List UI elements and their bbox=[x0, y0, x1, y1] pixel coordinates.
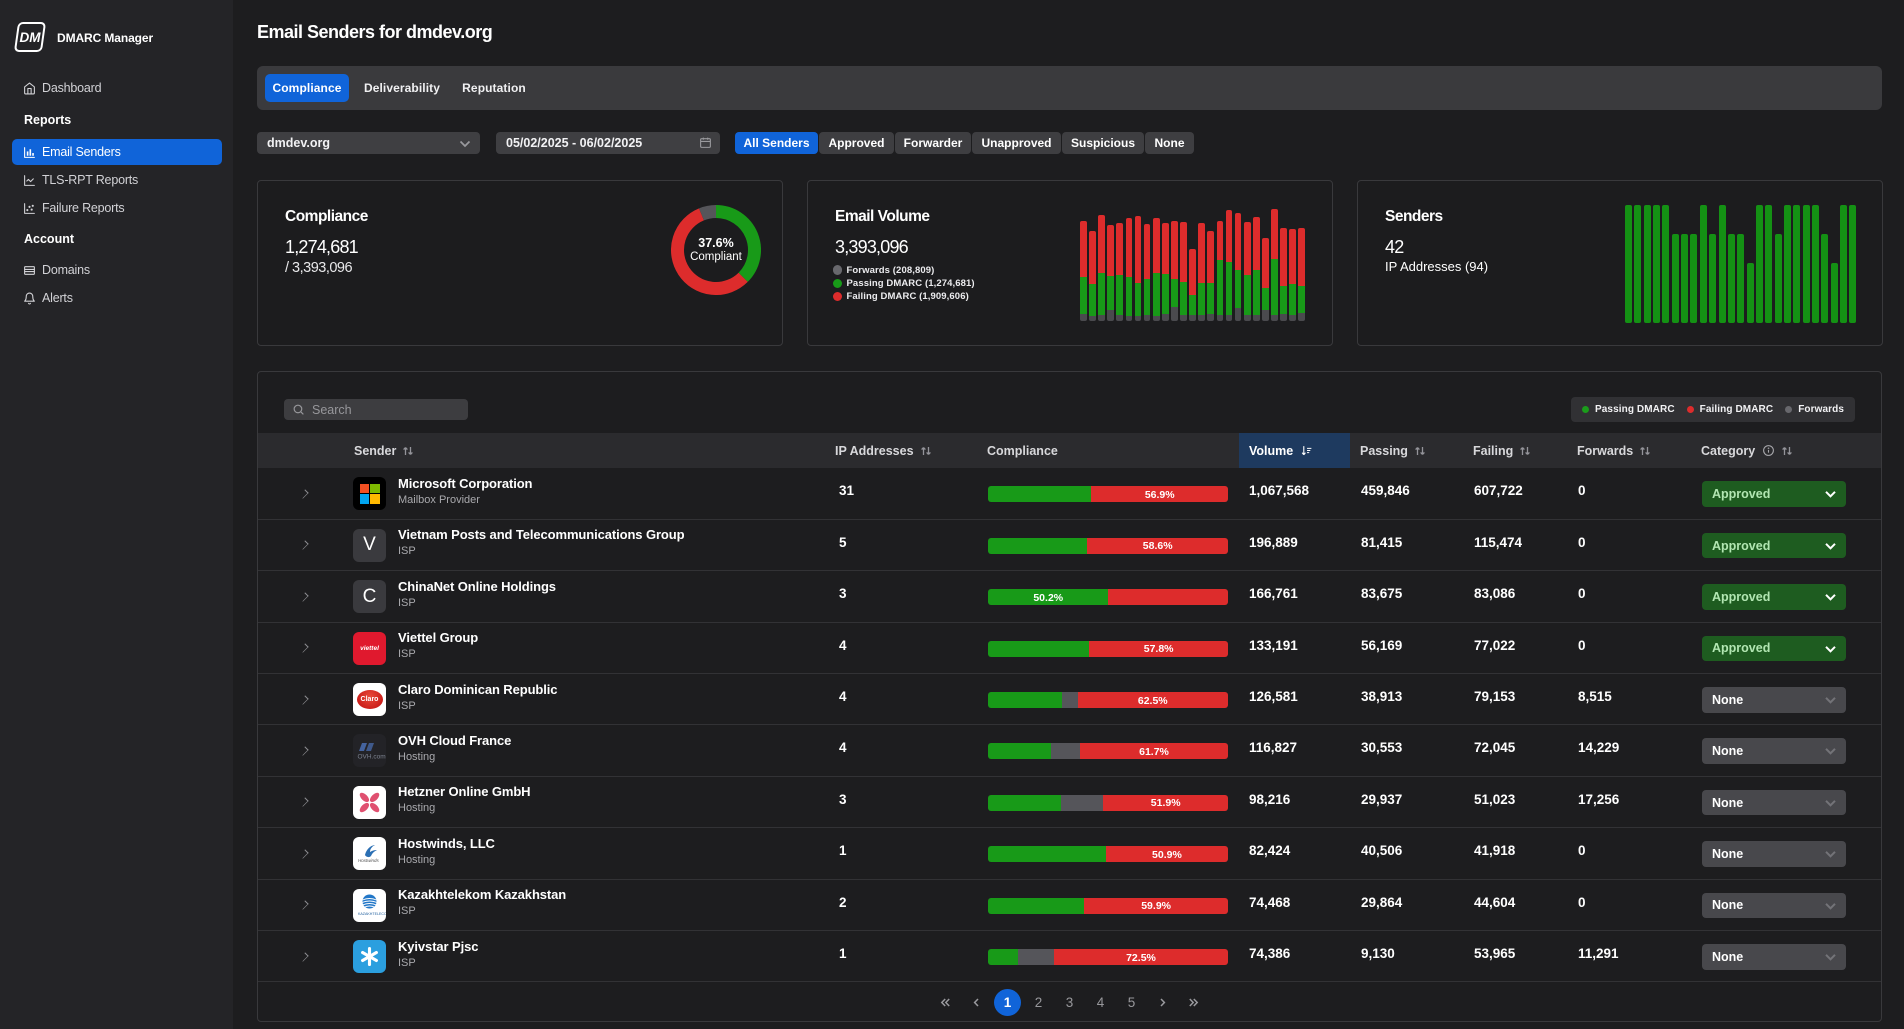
svg-text:Hostwinds: Hostwinds bbox=[358, 858, 380, 863]
svg-text:KAZAKHTELECOM: KAZAKHTELECOM bbox=[358, 912, 386, 916]
svg-text:OVH.com: OVH.com bbox=[358, 754, 386, 761]
